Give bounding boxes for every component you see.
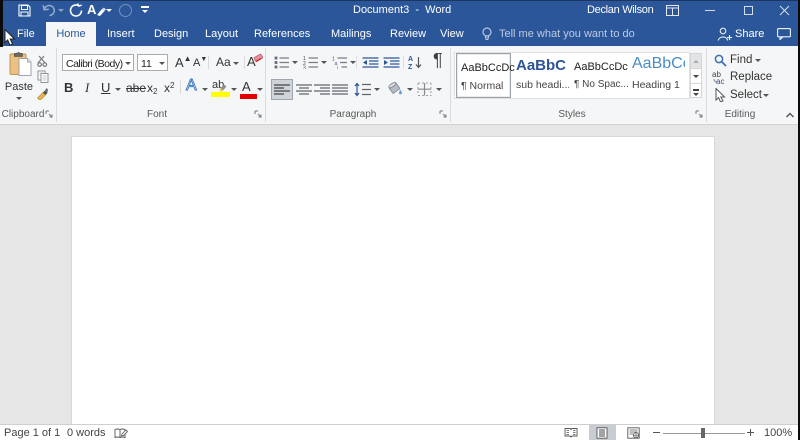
svg-text:i: i xyxy=(337,66,338,70)
svg-text:3: 3 xyxy=(303,66,306,70)
svg-text:Z: Z xyxy=(408,64,413,70)
svg-text:ac: ac xyxy=(716,77,724,84)
svg-text:A: A xyxy=(408,56,413,63)
